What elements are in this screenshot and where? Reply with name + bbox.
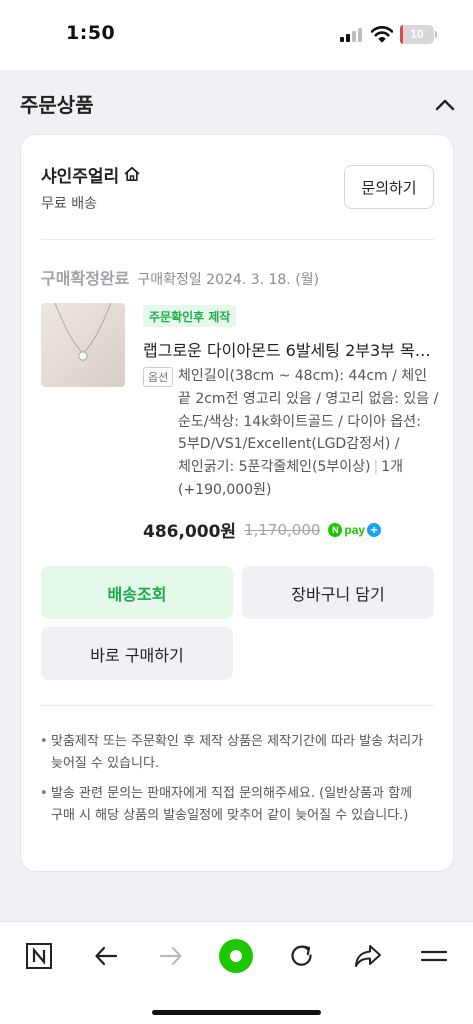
order-items-header: 주문상품 bbox=[0, 72, 473, 134]
price-row: 486,000원 1,170,000 N pay + bbox=[143, 517, 382, 542]
cellular-signal-icon bbox=[340, 28, 364, 42]
option-separator: | bbox=[373, 459, 379, 476]
npay-text: pay bbox=[344, 522, 366, 537]
wifi-icon bbox=[371, 26, 393, 43]
battery-level: 10 bbox=[410, 27, 424, 41]
original-price: 1,170,000 bbox=[244, 520, 321, 539]
shop-name[interactable]: 샤인주얼리 bbox=[41, 162, 119, 187]
product-name[interactable]: 랩그로운 다이아몬드 6발세팅 2부3부 목걸이 bbox=[143, 337, 438, 361]
product-options: 체인길이(38cm ~ 48cm): 44cm / 체인 끝 2cm전 영고리 … bbox=[178, 365, 440, 502]
clock: 1:50 bbox=[66, 22, 116, 44]
option-tag: 옵션 bbox=[143, 367, 174, 387]
npay-n-mark: N bbox=[328, 522, 343, 537]
section-title: 주문상품 bbox=[20, 93, 94, 117]
order-status: 구매확정완료 bbox=[41, 269, 130, 288]
notice-item: 맞춤제작 또는 주문확인 후 제작 상품은 제작기간에 따라 발송 처리가 늦어… bbox=[39, 731, 439, 775]
divider bbox=[41, 705, 434, 706]
share-icon[interactable] bbox=[348, 936, 388, 976]
inquiry-button[interactable]: 문의하기 bbox=[344, 165, 434, 209]
chevron-up-icon[interactable] bbox=[432, 92, 458, 118]
green-dot-icon[interactable] bbox=[216, 936, 256, 976]
battery-cap bbox=[435, 31, 437, 38]
order-status-row: 구매확정완료 구매확정일 2024. 3. 18. (월) bbox=[41, 265, 319, 289]
add-to-cart-button[interactable]: 장바구니 담기 bbox=[242, 566, 434, 619]
shipping-notice: 맞춤제작 또는 주문확인 후 제작 상품은 제작기간에 따라 발송 처리가 늦어… bbox=[39, 731, 439, 835]
made-to-order-badge: 주문확인후 제작 bbox=[143, 305, 237, 327]
reload-icon[interactable] bbox=[282, 936, 322, 976]
naver-home-icon[interactable] bbox=[19, 936, 59, 976]
order-status-date: 구매확정일 2024. 3. 18. (월) bbox=[137, 272, 320, 288]
shop-name-row[interactable]: 샤인주얼리 bbox=[41, 161, 141, 187]
order-card: 샤인주얼리 무료 배송 문의하기 구매확정완료 구매확정일 2024. 3. 1… bbox=[20, 134, 454, 872]
shipping-info: 무료 배송 bbox=[41, 196, 97, 212]
home-icon[interactable] bbox=[123, 165, 141, 183]
product-image[interactable] bbox=[41, 303, 125, 387]
status-bar: 1:50 10 bbox=[0, 0, 473, 70]
npay-plus-mark: + bbox=[367, 522, 382, 537]
divider bbox=[41, 239, 434, 240]
forward-arrow-icon[interactable] bbox=[151, 936, 191, 976]
battery-icon: 10 bbox=[400, 25, 434, 44]
track-delivery-button[interactable]: 배송조회 bbox=[41, 566, 233, 619]
home-indicator bbox=[152, 1010, 321, 1015]
necklace-image bbox=[54, 303, 112, 361]
buy-now-button[interactable]: 바로 구매하기 bbox=[41, 627, 233, 680]
notice-item: 발송 관련 문의는 판매자에게 직접 문의해주세요. (일반상품과 함께 구매 … bbox=[39, 783, 439, 827]
browser-toolbar bbox=[0, 921, 473, 1024]
menu-icon[interactable] bbox=[414, 936, 454, 976]
back-arrow-icon[interactable] bbox=[86, 936, 126, 976]
npay-plus-icon: N pay + bbox=[328, 521, 382, 539]
price: 486,000원 bbox=[143, 522, 237, 542]
